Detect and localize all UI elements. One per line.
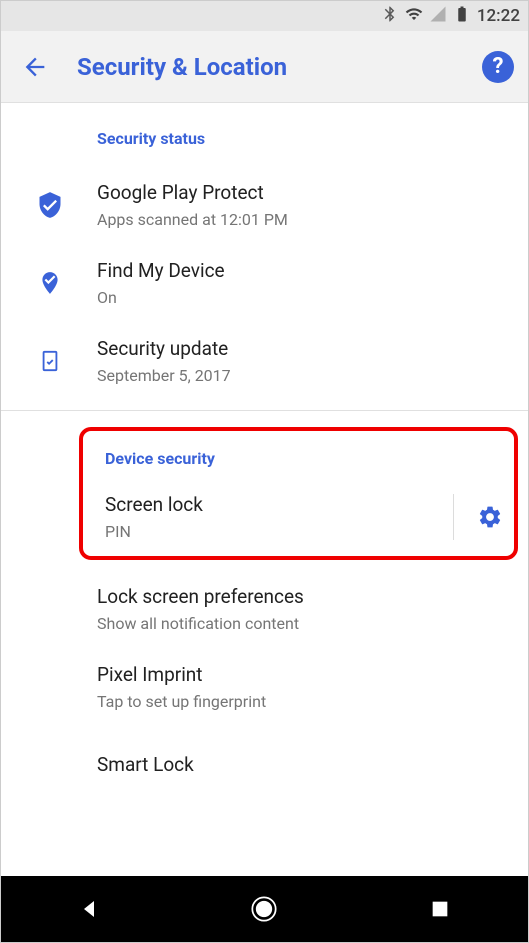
back-button[interactable]	[15, 47, 55, 87]
content: Security status Google Play Protect Apps…	[1, 103, 528, 804]
bluetooth-icon	[381, 5, 399, 27]
item-find-my-device[interactable]: Find My Device On	[1, 244, 528, 322]
vertical-divider	[453, 494, 454, 540]
nav-home-button[interactable]	[224, 889, 304, 929]
item-google-play-protect[interactable]: Google Play Protect Apps scanned at 12:0…	[1, 166, 528, 244]
shield-check-icon	[23, 190, 77, 220]
nav-recent-button[interactable]	[400, 889, 480, 929]
divider	[1, 410, 528, 411]
location-check-icon	[23, 268, 77, 298]
signal-icon	[429, 5, 447, 27]
section-header-security-status: Security status	[1, 103, 528, 166]
item-subtitle: September 5, 2017	[97, 366, 510, 385]
app-bar: Security & Location ?	[1, 31, 528, 103]
status-bar: 12:22	[1, 1, 528, 31]
item-title: Lock screen preferences	[97, 585, 510, 610]
nav-back-button[interactable]	[49, 889, 129, 929]
item-title: Pixel Imprint	[97, 663, 510, 688]
item-subtitle: Apps scanned at 12:01 PM	[97, 210, 510, 229]
item-security-update[interactable]: Security update September 5, 2017	[1, 322, 528, 400]
status-time: 12:22	[477, 6, 520, 26]
item-subtitle: Show all notification content	[97, 614, 510, 633]
help-button[interactable]: ?	[482, 51, 514, 83]
item-smart-lock[interactable]: Smart Lock	[1, 726, 528, 804]
wifi-icon	[405, 5, 423, 27]
page-title: Security & Location	[77, 53, 482, 81]
highlight-box: Device security Screen lock PIN	[79, 427, 518, 560]
item-lock-screen-preferences[interactable]: Lock screen preferences Show all notific…	[1, 570, 528, 648]
item-screen-lock[interactable]: Screen lock PIN	[83, 478, 514, 556]
item-title: Screen lock	[105, 493, 435, 518]
item-subtitle: On	[97, 288, 510, 307]
item-subtitle: PIN	[105, 522, 435, 541]
item-pixel-imprint[interactable]: Pixel Imprint Tap to set up fingerprint	[1, 648, 528, 726]
item-title: Find My Device	[97, 259, 510, 284]
phone-check-icon	[23, 346, 77, 376]
item-subtitle: Tap to set up fingerprint	[97, 692, 510, 711]
section-header-device-security: Device security	[83, 431, 514, 478]
item-title: Google Play Protect	[97, 181, 510, 206]
screen-lock-settings-button[interactable]	[472, 499, 508, 535]
navigation-bar	[1, 876, 528, 942]
item-title: Smart Lock	[97, 753, 510, 778]
battery-icon	[453, 5, 471, 27]
item-title: Security update	[97, 337, 510, 362]
